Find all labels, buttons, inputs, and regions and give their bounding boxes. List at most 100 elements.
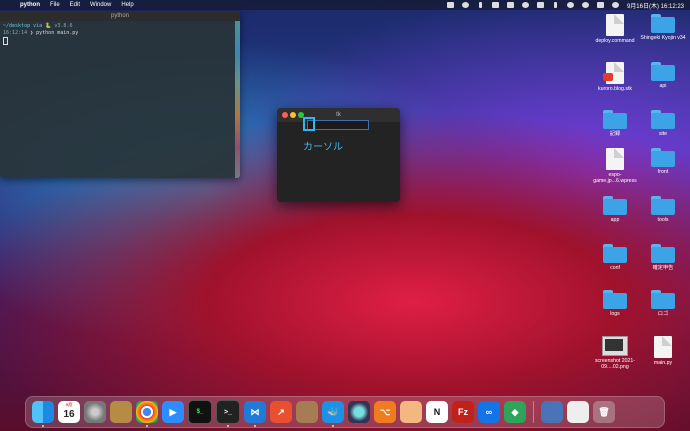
screen-record-icon[interactable]	[446, 2, 454, 8]
terminal-title: python	[110, 13, 129, 19]
analytics-icon[interactable]: ↗	[270, 401, 292, 423]
menu-clock[interactable]: 9月16日(木) 16:12:23	[627, 1, 684, 10]
menu-file[interactable]: File	[50, 2, 60, 8]
downloads-stack-icon[interactable]	[541, 401, 563, 423]
calendar-day: 16	[63, 408, 75, 420]
desktop-icon[interactable]: conf	[592, 244, 638, 271]
archive-icon[interactable]	[296, 401, 318, 423]
desktop-icon-label: site	[658, 131, 668, 137]
kite-icon[interactable]: ◆	[504, 401, 526, 423]
terminal-time: 16:12:14	[3, 30, 28, 36]
battery-icon[interactable]	[536, 2, 544, 8]
dock-separator	[533, 401, 534, 423]
trash-icon[interactable]: 🗑	[593, 401, 615, 423]
cloud-icon[interactable]	[521, 2, 529, 8]
folder-icon	[651, 244, 675, 263]
desktop-icon[interactable]: api	[640, 62, 686, 89]
p-icon[interactable]	[506, 2, 514, 8]
preview-icon[interactable]	[400, 401, 422, 423]
desktop-icon[interactable]: logs	[592, 290, 638, 317]
desktop-icon[interactable]: deploy.command	[592, 14, 638, 44]
status-area: 9月16日(木) 16:12:23	[446, 1, 690, 10]
desktop-icon-label: 記録	[609, 131, 621, 137]
zoom-icon[interactable]: ▶	[162, 401, 184, 423]
desktop-icon-label: conf	[610, 265, 620, 271]
desktop-icon[interactable]: app	[592, 196, 638, 223]
terminal-icon[interactable]: >_	[216, 400, 240, 427]
document-icon	[603, 62, 624, 84]
terminal-python-version: v3.8.6	[54, 23, 73, 29]
docker-icon[interactable]: 🐳	[322, 401, 344, 427]
close-button[interactable]	[282, 112, 288, 118]
menu-bar: python File Edit Window Help 9月16日(木) 16…	[0, 0, 690, 10]
desktop-icon[interactable]: 確定申告	[640, 244, 686, 271]
folder-icon	[651, 148, 675, 167]
terminal-window[interactable]: python ~/desktop via 🐍 v3.8.6 16:12:14 ❯…	[0, 11, 240, 178]
menu-window[interactable]: Window	[90, 2, 111, 8]
folder-icon	[603, 196, 627, 215]
desktop-icon-label: logs	[610, 311, 620, 317]
discord-icon[interactable]	[491, 2, 499, 8]
desktop-icon[interactable]: screenshot 2021-09....02.png	[592, 336, 638, 370]
desktop-icon[interactable]: Shingeki Kyojin v34	[640, 14, 686, 41]
terminal-line: 16:12:14 ❯ python main.py	[3, 30, 79, 36]
desktop-icon-label: tools	[657, 217, 669, 223]
menu-edit[interactable]: Edit	[70, 2, 80, 8]
sourcetree-icon[interactable]: ⌥	[374, 401, 396, 423]
desktop-icon[interactable]: 記録	[592, 110, 638, 137]
chrome-icon[interactable]	[136, 401, 158, 427]
filezilla-icon[interactable]: Fz	[452, 401, 474, 423]
desktop-icon[interactable]: site	[640, 110, 686, 137]
finder-icon[interactable]	[32, 401, 54, 427]
terminal-scrollbar[interactable]	[235, 21, 240, 178]
terminal-titlebar[interactable]: python	[0, 11, 240, 21]
document-icon	[606, 148, 624, 170]
wifi-icon[interactable]	[566, 2, 574, 8]
desktop-icon-label: screenshot 2021-09....02.png	[594, 358, 636, 370]
desktop-icon[interactable]: espo-game.jp...6.wpress	[592, 148, 638, 184]
desktop-icon[interactable]: main.py	[640, 336, 686, 366]
desktop-icon-label: app	[610, 217, 620, 223]
notion-icon[interactable]: N	[426, 401, 448, 423]
desktop-icon-label: ロゴ	[657, 311, 669, 317]
bluetooth-icon[interactable]	[552, 2, 559, 8]
minimize-button[interactable]	[290, 112, 296, 118]
tk-entry[interactable]	[307, 120, 369, 130]
cursor-highlight	[303, 117, 315, 131]
folder-icon	[651, 290, 675, 309]
desktop-icon[interactable]: front	[640, 148, 686, 175]
document-stack-icon[interactable]	[567, 401, 589, 423]
camera-icon[interactable]	[461, 2, 469, 8]
search-icon[interactable]	[581, 2, 589, 8]
terminal-cursor	[3, 37, 8, 45]
pin-icon[interactable]	[477, 2, 484, 8]
siri-icon[interactable]	[611, 2, 619, 8]
folder-icon	[651, 14, 675, 33]
pasteboard-icon[interactable]	[110, 401, 132, 423]
vscode-icon[interactable]: ⋈	[244, 401, 266, 427]
system-preferences-icon[interactable]	[84, 401, 106, 423]
desktop-icon[interactable]: kuroro.blog.stk	[592, 62, 638, 92]
folder-icon	[651, 62, 675, 81]
control-center-icon[interactable]	[596, 2, 604, 8]
desktop-icon[interactable]: tools	[640, 196, 686, 223]
desktop-icon[interactable]: ロゴ	[640, 290, 686, 317]
terminal-body[interactable]: ~/desktop via 🐍 v3.8.6 16:12:14 ❯ python…	[0, 21, 240, 48]
tk-title: tk	[336, 112, 341, 118]
quicktime-icon[interactable]	[348, 401, 370, 423]
menu-help[interactable]: Help	[121, 2, 133, 8]
menu-app-name[interactable]: python	[20, 2, 40, 8]
desktop-icon-label: main.py	[653, 360, 673, 366]
desktop-icon-label: Shingeki Kyojin v34	[640, 35, 686, 41]
desktop-icon-label: api	[659, 83, 667, 89]
calendar-month: 9月	[65, 402, 73, 407]
image-file-icon	[602, 336, 628, 356]
terminal-path: ~/desktop via	[3, 23, 43, 29]
calendar-icon[interactable]: 9月 16	[58, 401, 80, 423]
infinity-icon[interactable]: ∞	[478, 401, 500, 423]
desktop-icon-label: deploy.command	[595, 38, 635, 44]
tk-window[interactable]: tk カーソル	[277, 108, 400, 202]
terminal-line: ~/desktop via 🐍 v3.8.6	[3, 23, 237, 30]
activity-monitor-icon[interactable]: $_	[188, 400, 212, 424]
folder-icon	[651, 110, 675, 129]
